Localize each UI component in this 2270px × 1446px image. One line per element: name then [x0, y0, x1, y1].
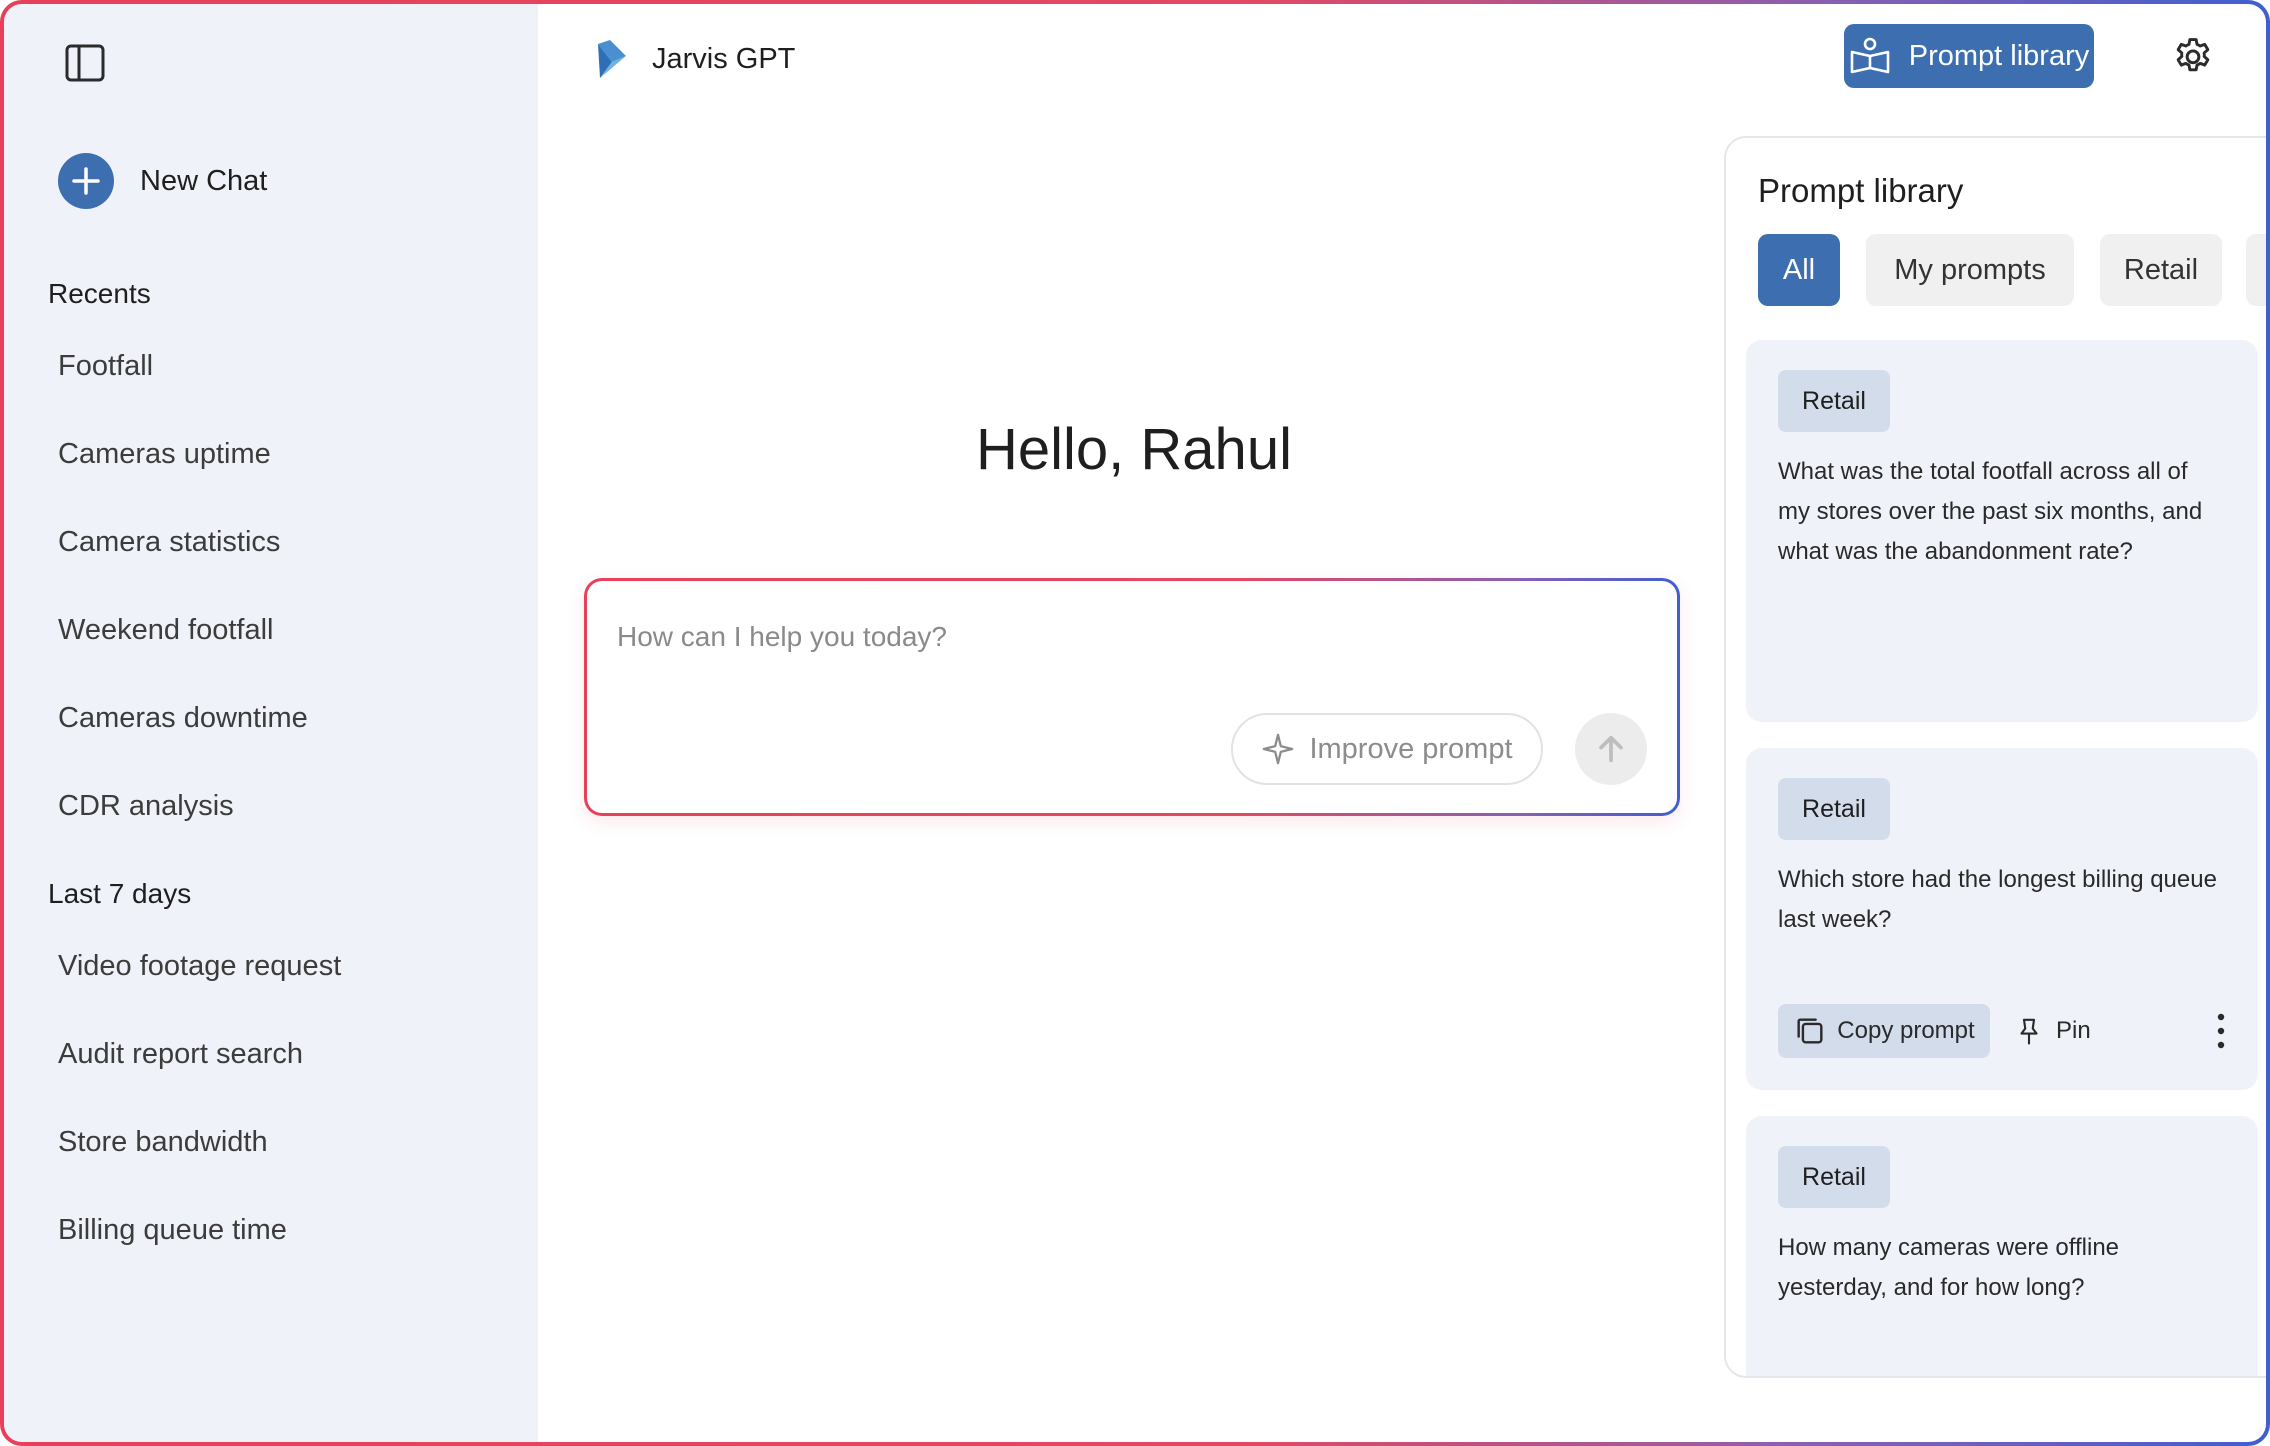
greeting: Hello, Rahul: [976, 417, 1292, 482]
more-vertical-icon: [2217, 1013, 2225, 1049]
sidebar-item-cameras-downtime[interactable]: Cameras downtime: [58, 702, 308, 735]
sidebar-item-store-bandwidth[interactable]: Store bandwidth: [58, 1126, 268, 1159]
sidebar-item-audit-report-search[interactable]: Audit report search: [58, 1038, 303, 1071]
chip-all[interactable]: All: [1758, 234, 1840, 306]
pin-button[interactable]: Pin: [2014, 1004, 2091, 1058]
app-title: Jarvis GPT: [652, 42, 796, 75]
sidebar-item-cdr-analysis[interactable]: CDR analysis: [58, 790, 234, 823]
jarvis-logo-icon: [598, 40, 626, 78]
new-chat-label: New Chat: [140, 164, 268, 197]
prompt-library-panel: Prompt library All My prompts Retail Ret…: [1724, 136, 2266, 1378]
prompt-input[interactable]: [617, 615, 1517, 659]
prompt-text: What was the total footfall across all o…: [1778, 458, 2203, 565]
panel-title: Prompt library: [1758, 172, 1964, 209]
sidebar-item-billing-queue-time[interactable]: Billing queue time: [58, 1214, 287, 1247]
prompt-composer: Improve prompt: [584, 578, 1680, 816]
prompt-card[interactable]: Retail Which store had the longest billi…: [1746, 748, 2258, 1090]
chip-more[interactable]: [2246, 234, 2266, 306]
recents-title: Recents: [48, 278, 151, 309]
gear-icon: [2176, 38, 2210, 72]
settings-button[interactable]: [2170, 34, 2216, 80]
app-frame: New Chat Recents Footfall Cameras uptime…: [0, 0, 2270, 1446]
sidebar-item-video-footage-request[interactable]: Video footage request: [58, 950, 341, 983]
sidebar-item-weekend-footfall[interactable]: Weekend footfall: [58, 614, 274, 647]
copy-prompt-button[interactable]: Copy prompt: [1778, 1004, 1990, 1058]
copy-icon: [1797, 1018, 1823, 1044]
sidebar-item-footfall[interactable]: Footfall: [58, 350, 153, 383]
chip-retail[interactable]: Retail: [2100, 234, 2222, 306]
sidebar-item-camera-statistics[interactable]: Camera statistics: [58, 526, 280, 559]
brand: Jarvis GPT: [592, 38, 795, 80]
prompt-card[interactable]: Retail What was the total footfall acros…: [1746, 340, 2258, 722]
plus-icon: [58, 153, 114, 209]
sidebar-item-cameras-uptime[interactable]: Cameras uptime: [58, 438, 271, 471]
send-button[interactable]: [1575, 713, 1647, 785]
prompt-text: Which store had the longest billing queu…: [1778, 866, 2217, 933]
sidebar: New Chat Recents Footfall Cameras uptime…: [4, 4, 538, 1442]
new-chat-button[interactable]: New Chat: [58, 152, 267, 210]
improve-prompt-label: Improve prompt: [1309, 732, 1513, 765]
more-options-button[interactable]: [2206, 1008, 2236, 1054]
arrow-up-icon: [1599, 735, 1623, 763]
sidebar-toggle-icon: [65, 44, 105, 82]
copy-prompt-label: Copy prompt: [1837, 1017, 1975, 1044]
improve-prompt-button[interactable]: Improve prompt: [1231, 713, 1543, 785]
book-icon: [1850, 37, 1890, 74]
last-7-days-title: Last 7 days: [48, 878, 192, 909]
sparkle-icon: [1263, 733, 1294, 765]
chip-my-prompts[interactable]: My prompts: [1866, 234, 2074, 306]
category-tag: Retail: [1778, 370, 1890, 432]
prompt-library-button[interactable]: Prompt library: [1844, 24, 2094, 88]
pin-label: Pin: [2056, 1017, 2091, 1044]
category-tag: Retail: [1778, 1146, 1890, 1208]
prompt-library-label: Prompt library: [1908, 39, 2090, 72]
pin-icon: [2020, 1018, 2038, 1045]
sidebar-toggle-button[interactable]: [62, 40, 108, 86]
app-window: New Chat Recents Footfall Cameras uptime…: [4, 4, 2266, 1442]
prompt-text: How many cameras were offline yesterday,…: [1778, 1234, 2120, 1301]
prompt-card[interactable]: Retail How many cameras were offline yes…: [1746, 1116, 2258, 1376]
category-tag: Retail: [1778, 778, 1890, 840]
